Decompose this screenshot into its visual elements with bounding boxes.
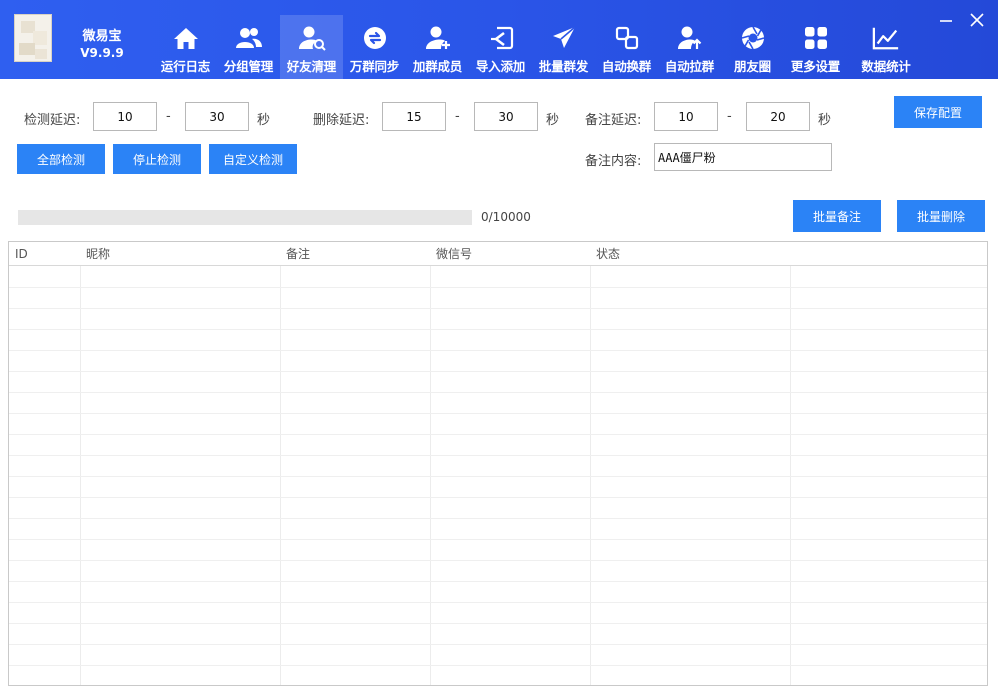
aperture-icon <box>739 24 767 52</box>
delete-delay-max-input[interactable] <box>474 102 538 131</box>
grid-row-line <box>9 287 987 288</box>
nav-label: 运行日志 <box>160 59 211 74</box>
grid-row-line <box>9 350 987 351</box>
nav-batch-send[interactable]: 批量群发 <box>532 15 595 79</box>
grid-row-line <box>9 392 987 393</box>
nav-label: 万群同步 <box>349 59 400 74</box>
table-header: ID 昵称 备注 微信号 状态 <box>9 242 987 266</box>
minimize-button[interactable] <box>936 10 956 30</box>
remark-delay-label: 备注延迟: <box>585 113 642 128</box>
grid-row-line <box>9 518 987 519</box>
switch-icon <box>613 24 641 52</box>
chart-icon <box>872 24 900 52</box>
nav-label: 好友清理 <box>286 59 337 74</box>
progress-bar <box>18 210 472 225</box>
nav-label: 朋友圈 <box>734 59 771 74</box>
grid-row-line <box>9 623 987 624</box>
delete-delay-dash: - <box>455 109 460 124</box>
delete-delay-unit: 秒 <box>546 113 560 128</box>
nav-label: 更多设置 <box>790 59 841 74</box>
nav-label: 导入添加 <box>475 59 526 74</box>
detect-delay-unit: 秒 <box>257 113 271 128</box>
grid-row-line <box>9 665 987 666</box>
detect-all-button[interactable]: 全部检测 <box>17 144 105 174</box>
nav-label: 分组管理 <box>223 59 274 74</box>
nav-label: 数据统计 <box>861 59 911 74</box>
user-up-icon <box>676 24 704 52</box>
remark-delay-max-input[interactable] <box>746 102 810 131</box>
grid-row-line <box>9 413 987 414</box>
detect-delay-dash: - <box>166 109 171 124</box>
grid-row-line <box>9 371 987 372</box>
nav-data-stats[interactable]: 数据统计 <box>847 15 925 79</box>
grid-row-line <box>9 560 987 561</box>
nav-group-manage[interactable]: 分组管理 <box>217 15 280 79</box>
minimize-icon <box>940 20 952 22</box>
nav-group-sync[interactable]: 万群同步 <box>343 15 406 79</box>
custom-detect-button[interactable]: 自定义检测 <box>209 144 297 174</box>
users-icon <box>235 24 263 52</box>
column-header-status[interactable]: 状态 <box>590 242 790 266</box>
remark-delay-min-input[interactable] <box>654 102 718 131</box>
delete-delay-label: 删除延迟: <box>313 113 370 128</box>
import-icon <box>487 24 515 52</box>
delete-delay-min-input[interactable] <box>382 102 446 131</box>
detect-delay-label: 检测延迟: <box>24 113 81 128</box>
remark-content-input[interactable] <box>654 143 832 171</box>
nav-add-members[interactable]: 加群成员 <box>406 15 469 79</box>
home-icon <box>172 24 200 52</box>
batch-delete-button[interactable]: 批量删除 <box>897 200 985 232</box>
grid-icon <box>802 24 830 52</box>
grid-row-line <box>9 644 987 645</box>
column-header-nickname[interactable]: 昵称 <box>80 242 280 266</box>
batch-remark-button[interactable]: 批量备注 <box>793 200 881 232</box>
main-nav: 运行日志 分组管理 好友清理 万群同步 加群成员 导入添加 批量群发 自动换群 … <box>154 15 925 79</box>
grid-row-line <box>9 602 987 603</box>
sync-icon <box>361 24 389 52</box>
nav-label: 批量群发 <box>538 59 589 74</box>
nav-import-add[interactable]: 导入添加 <box>469 15 532 79</box>
nav-label: 加群成员 <box>412 59 463 74</box>
stop-detect-button[interactable]: 停止检测 <box>113 144 201 174</box>
app-name: 微易宝 <box>82 29 122 44</box>
detect-delay-max-input[interactable] <box>185 102 249 131</box>
nav-label: 自动拉群 <box>664 59 715 74</box>
grid-row-line <box>9 308 987 309</box>
grid-row-line <box>9 497 987 498</box>
detect-delay-min-input[interactable] <box>93 102 157 131</box>
app-version: V9.9.9 <box>80 46 124 60</box>
send-icon <box>550 24 578 52</box>
grid-row-line <box>9 539 987 540</box>
remark-content-label: 备注内容: <box>585 154 642 169</box>
remark-delay-dash: - <box>727 109 732 124</box>
nav-run-log[interactable]: 运行日志 <box>154 15 217 79</box>
nav-friend-clean[interactable]: 好友清理 <box>280 15 343 79</box>
grid-row-line <box>9 581 987 582</box>
nav-more-settings[interactable]: 更多设置 <box>784 15 847 79</box>
grid-row-line <box>9 455 987 456</box>
remark-delay-unit: 秒 <box>818 113 832 128</box>
user-add-icon <box>424 24 452 52</box>
grid-row-line <box>9 329 987 330</box>
progress-text: 0/10000 <box>481 210 531 224</box>
nav-moments[interactable]: 朋友圈 <box>721 15 784 79</box>
user-search-icon <box>298 24 326 52</box>
close-icon <box>970 13 984 27</box>
nav-auto-pull[interactable]: 自动拉群 <box>658 15 721 79</box>
nav-label: 自动换群 <box>601 59 652 74</box>
column-header-wechat-id[interactable]: 微信号 <box>430 242 590 266</box>
nav-auto-switch[interactable]: 自动换群 <box>595 15 658 79</box>
title-bar: 微易宝 V9.9.9 运行日志 分组管理 好友清理 万群同步 加群成员 导入添加… <box>0 0 998 79</box>
close-button[interactable] <box>967 10 987 30</box>
save-config-button[interactable]: 保存配置 <box>894 96 982 128</box>
avatar[interactable] <box>14 14 52 62</box>
grid-row-line <box>9 476 987 477</box>
grid-row-line <box>9 434 987 435</box>
column-header-id[interactable]: ID <box>9 242 80 266</box>
column-header-remark[interactable]: 备注 <box>280 242 430 266</box>
friend-table[interactable]: ID 昵称 备注 微信号 状态 <box>8 241 988 686</box>
